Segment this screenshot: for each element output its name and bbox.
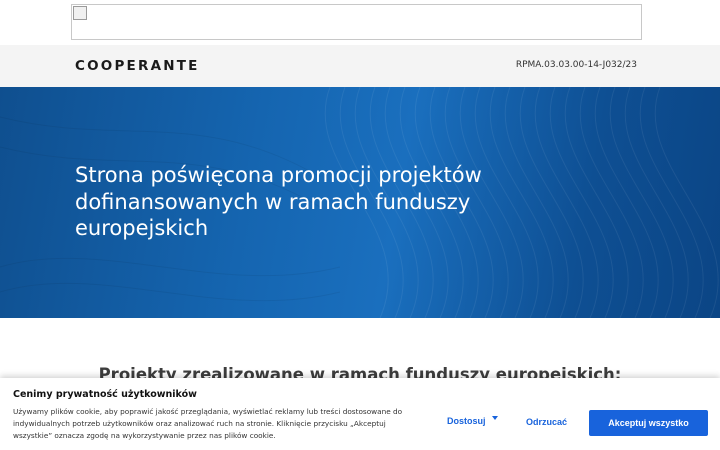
caret-down-icon — [491, 416, 498, 420]
broken-image-icon — [73, 6, 87, 20]
cookie-banner-title: Cenimy prywatność użytkowników — [13, 389, 197, 400]
site-logo[interactable]: COOPERANTE — [75, 58, 200, 74]
cookie-consent-banner: Cenimy prywatność użytkowników Używamy p… — [0, 378, 720, 450]
reject-button[interactable]: Odrzucać — [526, 417, 567, 427]
eu-funding-banner-image — [71, 4, 642, 40]
hero-banner: Strona poświęcona promocji projektów dof… — [0, 87, 720, 318]
customize-label: Dostosuj — [447, 416, 486, 426]
cookie-banner-text: Używamy plików cookie, aby poprawić jako… — [13, 407, 403, 441]
project-code: RPMA.03.03.00-14-J032/23 — [515, 60, 637, 70]
accept-all-button[interactable]: Akceptuj wszystko — [589, 410, 708, 436]
top-banner-area — [0, 0, 720, 45]
site-header: COOPERANTE RPMA.03.03.00-14-J032/23 — [0, 45, 720, 87]
hero-title: Strona poświęcona promocji projektów dof… — [75, 163, 482, 240]
customize-button[interactable]: Dostosuj — [447, 416, 498, 426]
